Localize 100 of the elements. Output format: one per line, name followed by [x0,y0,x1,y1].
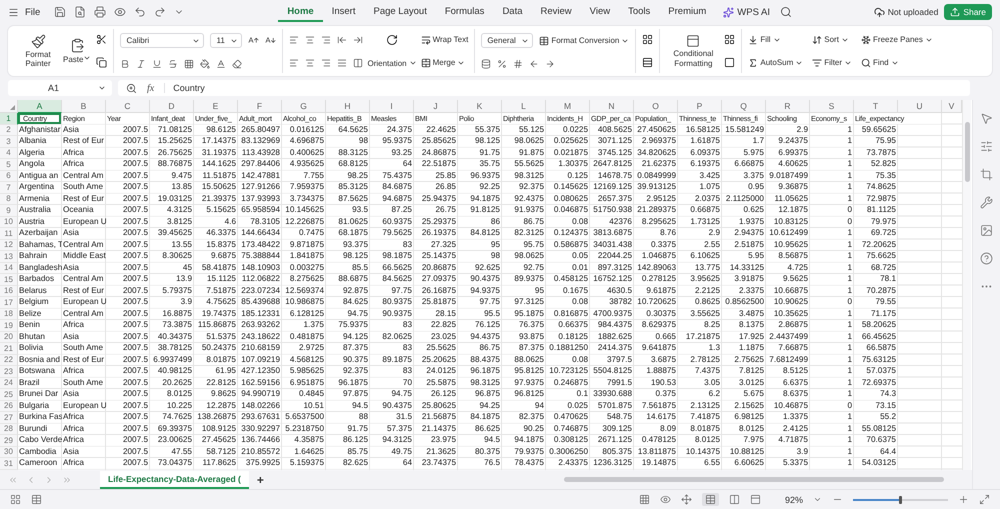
underline-icon[interactable] [152,58,162,69]
row-header[interactable]: 18 [0,308,18,320]
freeze-panes-button[interactable]: Freeze Panes [861,34,933,44]
document-search-icon[interactable] [74,6,86,18]
number-format-field[interactable]: General [481,33,534,48]
eye-icon[interactable] [660,494,671,505]
row-header[interactable]: 15 [0,274,18,286]
column-header[interactable]: M [546,100,590,113]
menu-tab[interactable]: Tools [619,2,660,22]
image-icon[interactable] [980,224,993,237]
row-header[interactable]: 27 [0,412,18,424]
zoom-icon[interactable] [126,82,137,94]
row-header[interactable]: 3 [0,136,18,148]
orientation-icon[interactable] [386,34,398,46]
column-header[interactable]: S [810,100,854,113]
column-header[interactable]: Q [722,100,766,113]
menu-tab[interactable]: Page Layout [364,2,436,22]
row-header[interactable]: 8 [0,194,18,205]
row-header[interactable]: 25 [0,389,18,400]
copy-icon[interactable] [96,57,108,68]
column-header[interactable]: N [590,100,634,113]
column-header[interactable]: H [326,100,370,113]
row-header[interactable]: 2 [0,124,18,136]
fill-color-icon[interactable] [200,58,210,69]
menu-tab[interactable]: Home [278,2,323,22]
row-header[interactable]: 12 [0,240,18,251]
row-header[interactable]: 28 [0,424,18,435]
column-header[interactable]: L [502,100,546,113]
row-header[interactable]: 26 [0,400,18,412]
column-header[interactable]: U [898,100,942,113]
row-header[interactable]: 30 [0,446,18,458]
row-header[interactable]: 24 [0,378,18,389]
font-size-field[interactable]: 11 [210,33,242,48]
align-left-icon[interactable] [289,58,300,68]
menu-icon[interactable] [8,6,19,18]
row-header[interactable]: 22 [0,354,18,366]
select-all-button[interactable] [0,100,18,113]
grid-view-icon[interactable] [638,494,650,505]
row-header[interactable]: 23 [0,366,18,378]
formula-field[interactable]: Country [164,83,205,93]
normal-view-button[interactable] [702,493,719,506]
undo-icon[interactable] [134,6,146,18]
menu-tab[interactable]: Review [532,2,581,22]
pointer-icon[interactable] [980,112,993,125]
row-header[interactable]: 13 [0,251,18,262]
row-header[interactable]: 21 [0,343,18,354]
ai-button[interactable]: WPS AI [723,6,770,18]
column-header[interactable]: R [766,100,810,113]
column-header[interactable]: I [370,100,414,113]
menu-tab[interactable]: View [580,2,620,22]
row-header[interactable]: 16 [0,286,18,297]
row-header[interactable]: 9 [0,205,18,216]
percent-icon[interactable] [497,58,508,69]
print-icon[interactable] [94,6,106,18]
wrap-text-button[interactable]: Wrap Text [420,34,468,44]
font-field[interactable]: Calibri [120,33,204,48]
row-header[interactable]: 17 [0,297,18,308]
font-color-icon[interactable] [216,58,226,69]
merge-button[interactable]: Merge [420,58,468,68]
row-header[interactable]: 7 [0,182,18,194]
menu-tab[interactable]: Insert [322,2,364,22]
column-header[interactable]: A [18,100,62,113]
row-header[interactable]: 31 [0,458,18,470]
bold-icon[interactable] [120,58,130,69]
filter-button[interactable]: Filter [812,58,852,68]
menu-tab[interactable]: Data [493,2,532,22]
row-header[interactable]: 29 [0,435,18,446]
find-button[interactable]: Find [861,58,933,68]
file-menu[interactable]: File [25,6,40,18]
sliders-icon[interactable] [980,140,993,153]
row-header[interactable]: 14 [0,262,18,274]
paste-button[interactable]: Paste [62,38,92,64]
column-header[interactable]: C [106,100,150,113]
fill-button[interactable]: Fill [748,34,804,44]
column-header[interactable]: K [458,100,502,113]
zoom-in-icon[interactable] [958,494,969,505]
column-header[interactable]: V [942,100,962,113]
format-conversion-button[interactable]: Format Conversion [539,36,630,46]
help-icon[interactable] [980,252,993,265]
share-button[interactable]: Share [944,4,992,20]
sort-button[interactable]: Sort [812,34,852,44]
vertical-scrollbar[interactable] [962,100,971,470]
format-painter-button[interactable]: Format Painter [18,34,58,68]
horizontal-scrollbar[interactable] [564,476,944,484]
orientation-button[interactable]: Orientation [367,58,417,68]
autosum-button[interactable]: AutoSum [748,58,804,68]
decrease-indent-icon[interactable] [337,34,348,44]
column-header[interactable]: P [678,100,722,113]
column-header[interactable]: O [634,100,678,113]
full-screen-icon[interactable] [979,494,990,505]
chevron-down-icon[interactable] [813,495,822,504]
tools-icon[interactable] [980,196,993,209]
column-header[interactable]: J [414,100,458,113]
table-icon[interactable] [31,494,42,505]
row-header[interactable]: 6 [0,170,18,182]
justify-icon[interactable] [337,58,348,68]
save-icon[interactable] [54,6,66,18]
move-icon[interactable] [680,494,692,505]
row-header[interactable]: 11 [0,228,18,240]
column-header[interactable]: B [62,100,106,113]
